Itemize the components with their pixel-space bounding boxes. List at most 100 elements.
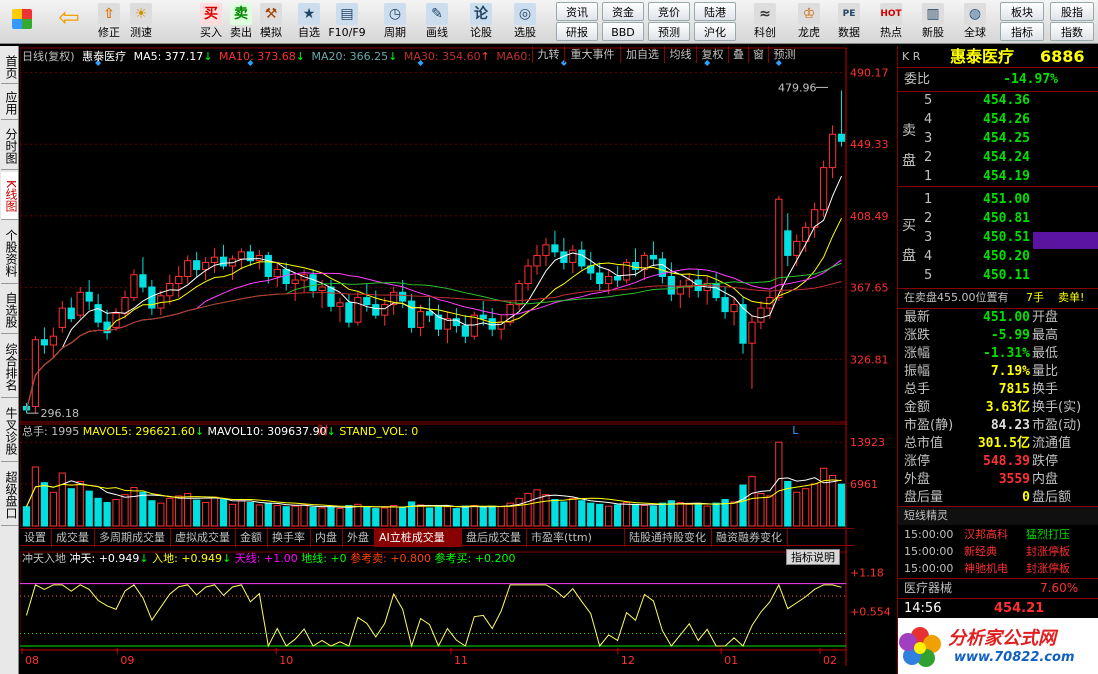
volume-bar (354, 503, 362, 527)
chart-header-btn-0[interactable]: 九转 (532, 46, 564, 63)
price-tick-label: 408.49 (850, 210, 889, 223)
volume-bar (515, 497, 523, 527)
candle-body (784, 230, 792, 256)
indicator-tab-6[interactable]: 内盘 (311, 529, 343, 547)
chart-header-btn-1[interactable]: 重大事件 (564, 46, 620, 63)
indicator-tab-8[interactable]: AI立桩成交量 (375, 529, 462, 547)
sell-row[interactable]: 1 454.19 (898, 168, 1098, 186)
toolbar-right-1[interactable]: 股指 (1050, 2, 1094, 21)
indicator-tab-0[interactable]: 设置 (20, 529, 52, 547)
indicator-tab-2[interactable]: 多周期成交量 (95, 529, 171, 547)
toolbar-item-16[interactable]: ◍ 全球 (956, 1, 994, 43)
candle-body (399, 291, 407, 302)
toolbar-link-3[interactable]: 陆港 (694, 2, 736, 21)
chart-header-btn-3[interactable]: 均线 (664, 46, 696, 63)
toolbar-item-9[interactable]: 论论股 (462, 1, 500, 43)
toolbar-item-5[interactable]: ★ 自选 (290, 1, 328, 43)
volume-bar (416, 504, 425, 527)
stat-value: 7815 (998, 382, 1030, 397)
toolbar-right-3[interactable]: 指数 (1050, 22, 1094, 41)
left-tab-0[interactable]: 首页 (1, 50, 18, 84)
toolbar-item-15[interactable]: ▥ 新股 (914, 1, 952, 43)
left-tab-4[interactable]: 个股资料 (1, 222, 18, 284)
toolbar-item-10[interactable]: ◎ 选股 (506, 1, 544, 43)
indicator-help-button[interactable]: 指标说明 (786, 549, 840, 565)
indicator-tab-7[interactable]: 外盘 (343, 529, 375, 547)
period-label[interactable]: 日线(复权) (22, 50, 75, 63)
sell-row[interactable]: 2 454.24 (898, 149, 1098, 167)
toolbar-right-2[interactable]: 指标 (1000, 22, 1044, 41)
left-tab-6[interactable]: 综合排名 (1, 336, 18, 398)
left-tab-5[interactable]: 自选股 (1, 286, 18, 334)
candle-body (542, 244, 550, 256)
month-label: 09 (120, 654, 134, 667)
toolbar-link-7[interactable]: 沪化 (694, 22, 736, 41)
toolbar-item-7[interactable]: ◷ 周期 (376, 1, 414, 43)
toolbar-item-label: 画线 (426, 26, 448, 39)
kline-chart[interactable]: 490.17 449.33 408.49 367.65 326.81 13923 6961 +… (20, 46, 896, 672)
left-tab-1[interactable]: 应用 (1, 86, 18, 120)
toolbar-right-0[interactable]: 板块 (1000, 2, 1044, 21)
month-label: 12 (621, 654, 635, 667)
toolbar-link-2[interactable]: 竞价 (648, 2, 690, 21)
toolbar-item-12[interactable]: ♔ 龙虎 (790, 1, 828, 43)
left-tab-7[interactable]: 牛叉诊股 (1, 400, 18, 462)
l-marker[interactable]: L (792, 424, 799, 437)
short-row[interactable]: 15:00:00 神驰机电 封涨停板 (898, 560, 1098, 577)
toolbar-link-6[interactable]: 预测 (648, 22, 690, 41)
indicator-tab-10[interactable]: 市盈率(ttm) (527, 529, 625, 547)
left-tab-8[interactable]: 超级盘口 (1, 464, 18, 526)
sell-row[interactable]: 5 454.36 (898, 92, 1098, 110)
indicator-tab-5[interactable]: 换手率 (268, 529, 311, 547)
toolbar-item-1[interactable]: ☀ 测速 (122, 1, 160, 43)
short-row[interactable]: 15:00:00 新经典 封涨停板 (898, 543, 1098, 560)
candle-body (67, 307, 75, 320)
stat-label: 涨幅 (904, 346, 931, 361)
toolbar-item-11[interactable]: ≈ 科创 (746, 1, 784, 43)
sell-row[interactable]: 4 454.26 (898, 111, 1098, 129)
indicator-tab-9[interactable]: 盘后成交量 (462, 529, 527, 547)
short-event: 封涨停板 (1026, 562, 1070, 575)
volume-bar (443, 506, 452, 527)
volume-tick-label: 13923 (850, 436, 885, 449)
toolbar-item-8[interactable]: ✎ 画线 (418, 1, 456, 43)
toolbar-item-13[interactable]: PE 数据 (830, 1, 868, 43)
chart-header-btn-2[interactable]: 加自选 (620, 46, 664, 63)
toolbar-link-0[interactable]: 资讯 (556, 2, 598, 21)
chart-header-btn-5[interactable]: 叠 (728, 46, 748, 63)
chart-header-btn-4[interactable]: 复权 (696, 46, 728, 63)
volume-bar (685, 503, 693, 527)
home-icon[interactable] (4, 1, 40, 43)
order-notice-qty: 7手 (1026, 291, 1044, 304)
toolbar-item-14[interactable]: HOT 热点 (872, 1, 910, 43)
back-button[interactable]: ⇦ (52, 1, 86, 43)
buy-row[interactable]: 5 450.11 (898, 267, 1098, 285)
toolbar-link-5[interactable]: BBD (602, 22, 644, 41)
buy-row[interactable]: 2 450.81 (898, 210, 1098, 228)
left-tab-2[interactable]: 分时图 (1, 122, 18, 170)
indicator-tab-11[interactable]: 陆股通持股变化 (625, 529, 712, 547)
chart-header-btn-7[interactable]: 预测 (768, 46, 800, 63)
short-row[interactable]: 15:00:00 汉邦高科 猛烈打压 (898, 526, 1098, 543)
sell-row[interactable]: 3 454.25 (898, 130, 1098, 148)
stat-label: 最新 (904, 310, 931, 325)
toolbar-item-6[interactable]: ▤ F10/F9 (328, 1, 366, 43)
stat-value: -1.31% (983, 346, 1030, 361)
toolbar-link-4[interactable]: 研报 (556, 22, 598, 41)
sector-row[interactable]: 医疗器械 7.60% (898, 579, 1098, 597)
toolbar-link-1[interactable]: 资金 (602, 2, 644, 21)
month-label: 10 (279, 654, 293, 667)
toolbar-item-4[interactable]: ⚒ 模拟 (252, 1, 290, 43)
indicator-tab-12[interactable]: 融资融券变化 (712, 529, 788, 547)
toolbar-7-icon: ◷ (384, 3, 406, 25)
toolbar-8-icon: ✎ (426, 3, 448, 25)
left-tab-3[interactable]: K线图 (1, 172, 18, 220)
stat-row: 盘后量 0 盘后额 (898, 489, 1098, 507)
indicator-tab-1[interactable]: 成交量 (52, 529, 95, 547)
indicator-tab-4[interactable]: 金额 (236, 529, 268, 547)
stat-label: 盘后量 (904, 490, 944, 505)
buy-row[interactable]: 4 450.20 (898, 248, 1098, 266)
buy-row[interactable]: 1 451.00 (898, 191, 1098, 209)
chart-header-btn-6[interactable]: 窗 (748, 46, 768, 63)
indicator-tab-3[interactable]: 虚拟成交量 (171, 529, 236, 547)
